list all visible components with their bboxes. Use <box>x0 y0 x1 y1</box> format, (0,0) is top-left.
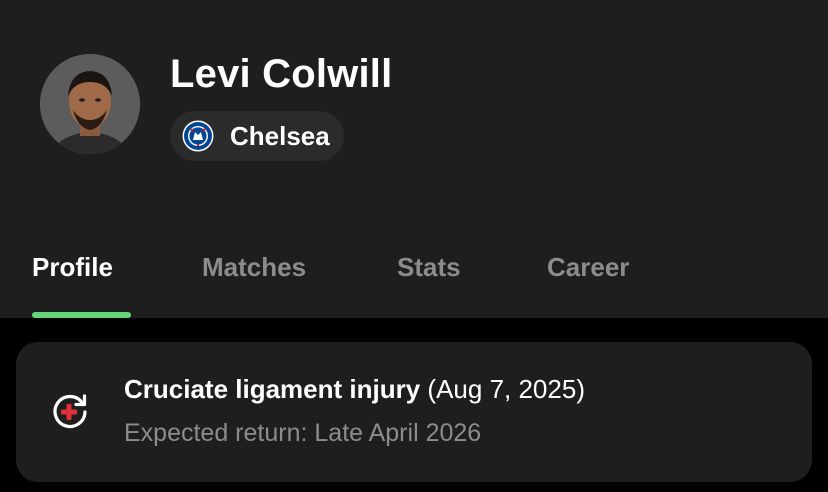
tab-profile[interactable]: Profile <box>32 252 113 283</box>
injury-date: (Aug 7, 2025) <box>427 374 585 404</box>
player-header: Levi Colwill Chelsea Profile Matches Sta… <box>0 0 828 318</box>
tab-stats[interactable]: Stats <box>397 252 461 283</box>
profile-tabs: Profile Matches Stats Career <box>0 240 828 318</box>
injury-title: Cruciate ligament injury (Aug 7, 2025) <box>124 374 585 405</box>
active-tab-indicator <box>32 312 131 318</box>
injury-return-icon <box>53 394 87 429</box>
tab-career[interactable]: Career <box>547 252 629 283</box>
player-avatar <box>40 54 140 154</box>
injury-type: Cruciate ligament injury <box>124 374 421 404</box>
injury-card[interactable]: Cruciate ligament injury (Aug 7, 2025) E… <box>16 342 812 482</box>
tab-matches[interactable]: Matches <box>202 252 306 283</box>
injury-expected-return: Expected return: Late April 2026 <box>124 419 482 447</box>
chelsea-crest-icon <box>182 120 214 152</box>
team-name: Chelsea <box>230 120 330 151</box>
player-name: Levi Colwill <box>170 52 393 96</box>
team-link[interactable]: Chelsea <box>170 111 344 161</box>
